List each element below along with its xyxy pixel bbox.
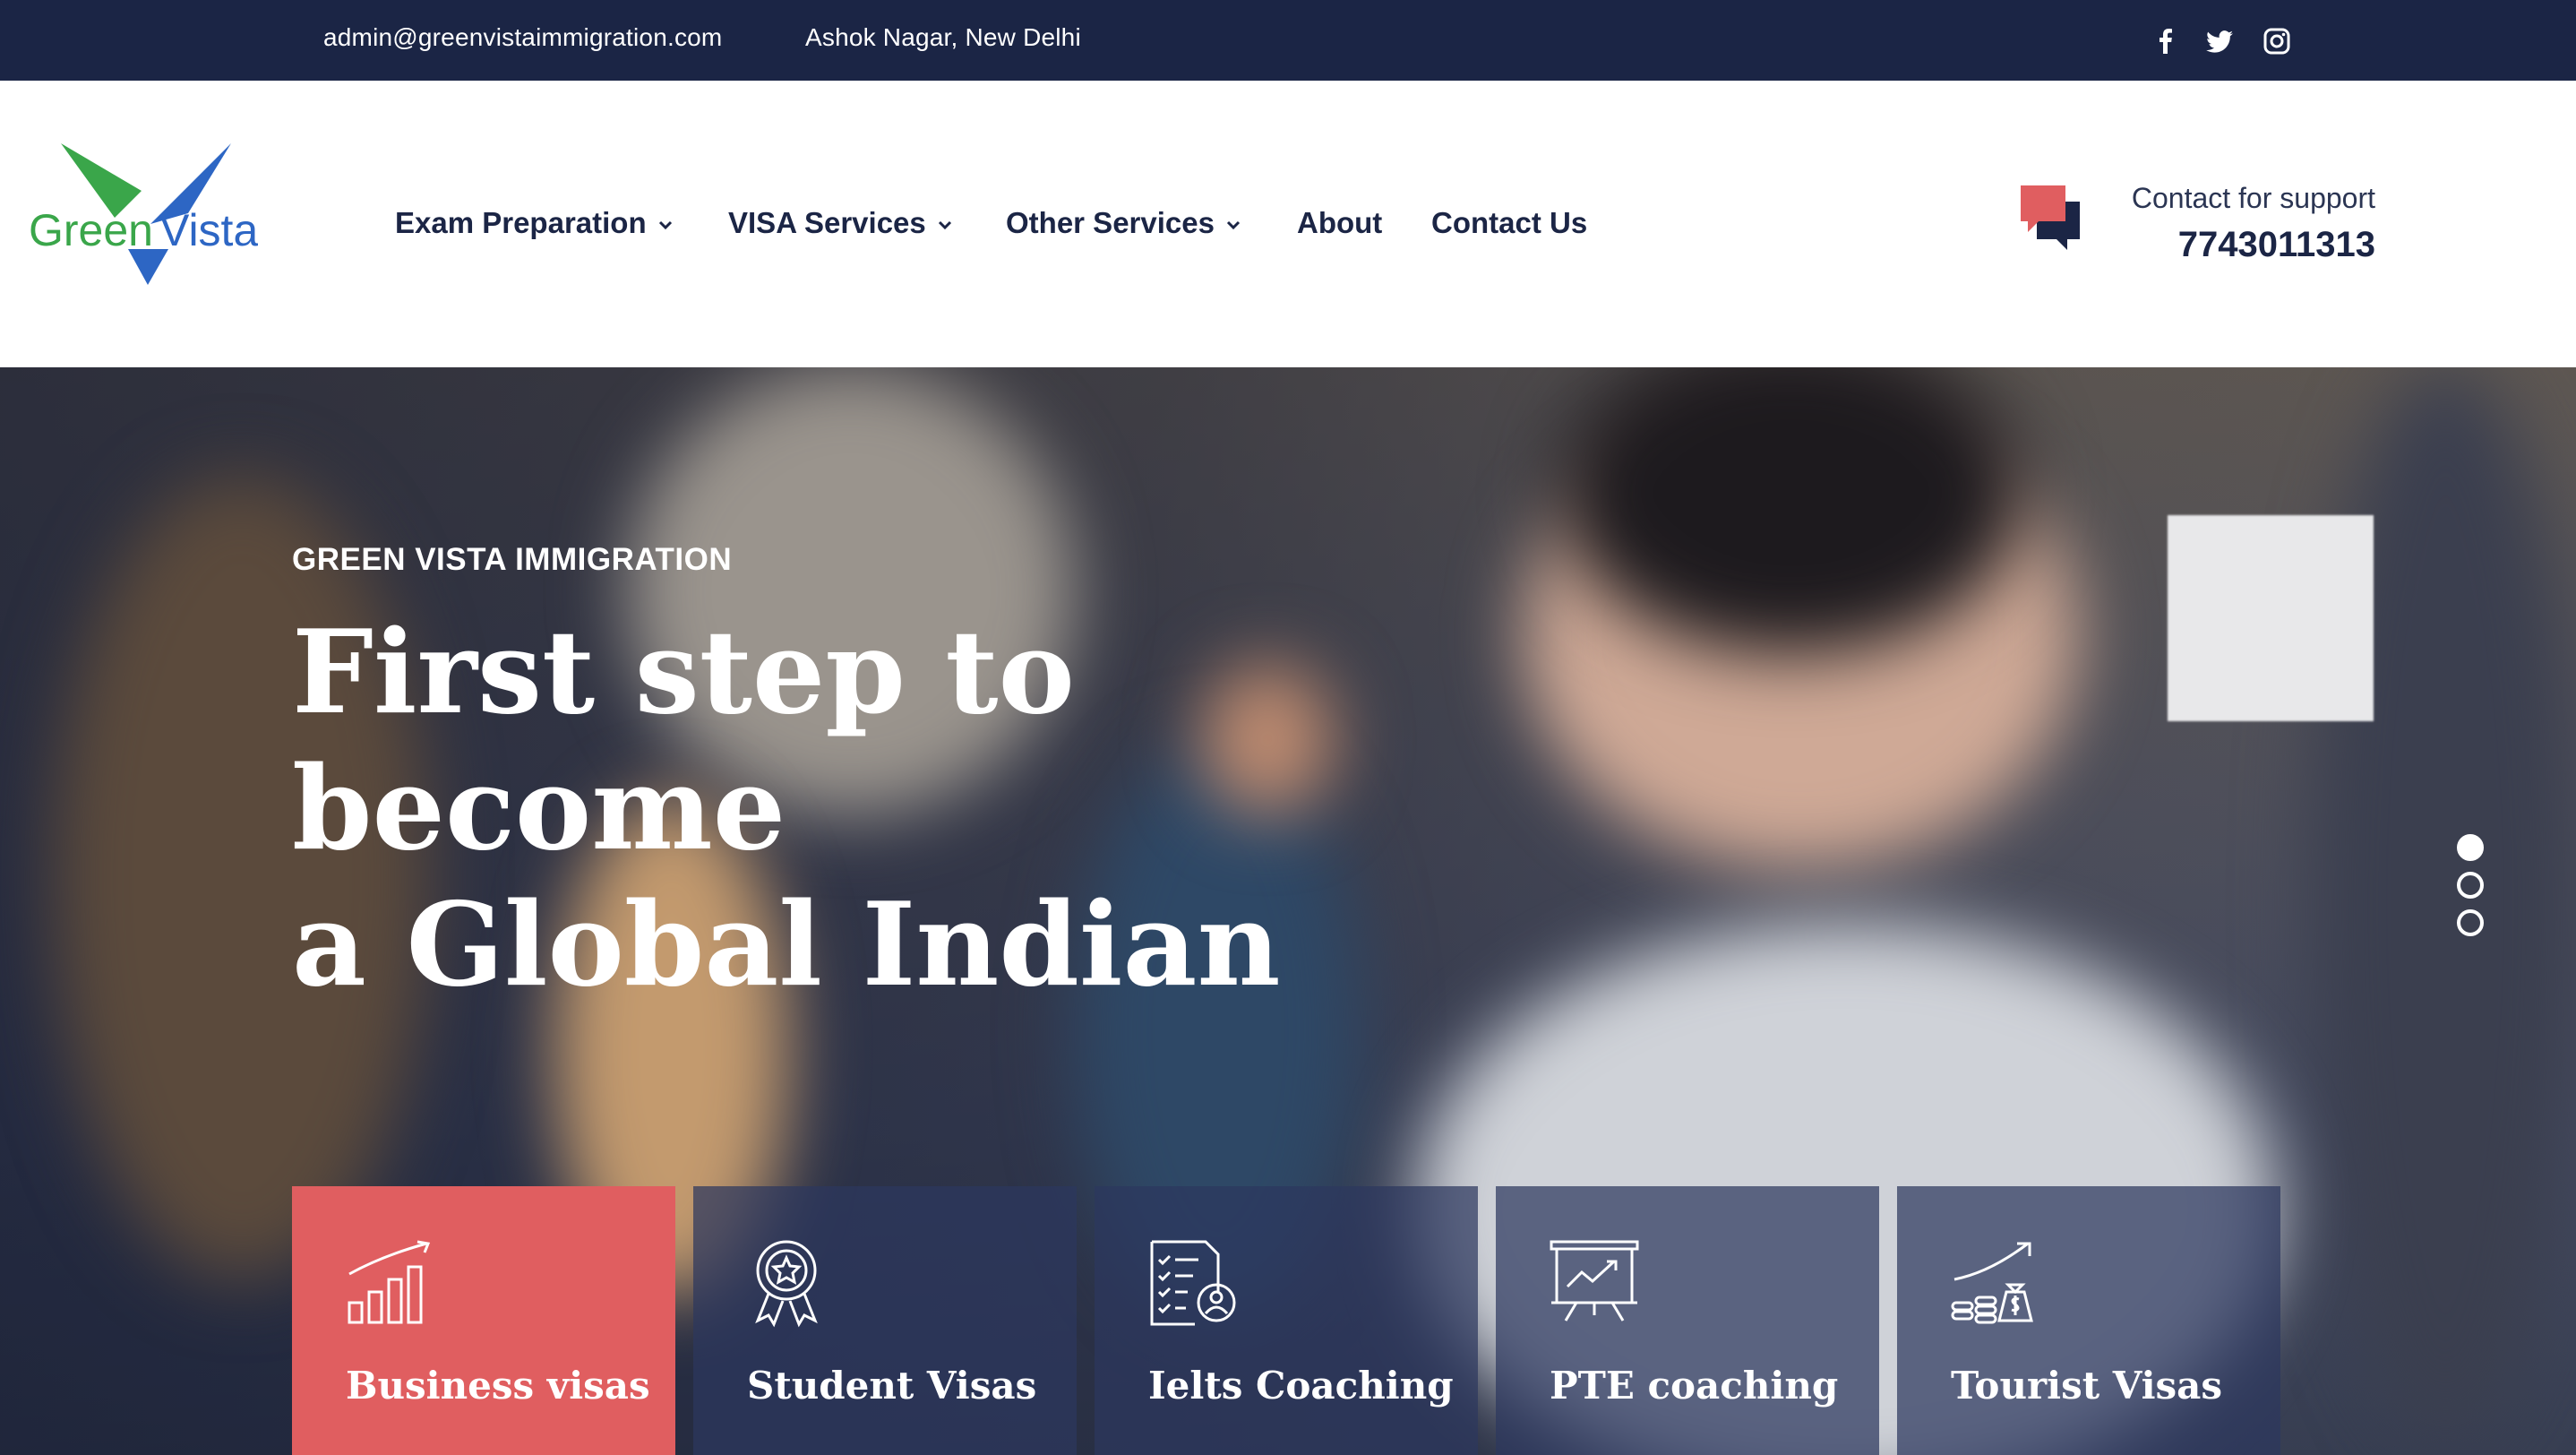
nav-label: VISA Services [728,206,926,239]
nav-label: Other Services [1006,206,1215,239]
slider-dot-3[interactable] [2457,909,2484,936]
contact-email[interactable]: admin@greenvistaimmigration.com [323,23,722,52]
chevron-down-icon [1226,221,1241,230]
hero-headline: First step to become a Global Indian [292,605,1546,1013]
service-label: Tourist Visas [1951,1364,2223,1408]
nav-exam-preparation[interactable]: Exam Preparation [395,206,675,240]
nav-other-services[interactable]: Other Services [1006,206,1243,240]
bg-sign [2168,515,2374,721]
hero-headline-line-1: First step to become [292,606,1075,876]
support-label: Contact for support [2131,182,2375,214]
service-tile-pte-coaching[interactable]: PTE coaching [1496,1186,1879,1455]
hero-kicker: GREEN VISTA IMMIGRATION [292,542,733,577]
contact-address: Ashok Nagar, New Delhi [805,23,1081,51]
facebook-icon[interactable] [2150,25,2182,57]
greenvista-logo[interactable]: Green Vista [25,142,258,312]
nav-label: About [1297,206,1383,239]
service-label: Business visas [346,1364,650,1408]
presentation-board-icon [1550,1240,1639,1322]
nav-about[interactable]: About [1297,206,1382,240]
award-badge-icon [755,1240,818,1328]
hero-slider: GREEN VISTA IMMIGRATION First step to be… [0,367,2576,1455]
instagram-icon[interactable] [2261,25,2293,57]
chevron-down-icon [938,221,951,230]
nav-label: Exam Preparation [395,206,647,239]
hero-headline-line-2: a Global Indian [292,878,1281,1012]
support-contact[interactable]: Contact for support 7743011313 [2017,182,2375,280]
bar-chart-icon [348,1240,431,1324]
service-tile-ielts-coaching[interactable]: Ielts Coaching [1095,1186,1478,1455]
checklist-document-icon [1150,1240,1236,1326]
logo-text-blue: Vista [159,205,258,255]
nav-contact-us[interactable]: Contact Us [1431,206,1587,240]
service-label: Student Visas [747,1364,1037,1408]
logo-text-green: Green [29,205,153,255]
chevron-down-icon [658,221,672,230]
service-tile-student-visas[interactable]: Student Visas [693,1186,1077,1455]
nav-visa-services[interactable]: VISA Services [728,206,955,240]
slider-dot-1[interactable] [2457,834,2484,861]
main-header: Green Vista Exam Preparation VISA Servic… [0,81,2576,367]
twitter-icon[interactable] [2203,25,2236,57]
service-tile-tourist-visas[interactable]: Tourist Visas [1897,1186,2280,1455]
nav-label: Contact Us [1431,206,1588,239]
service-tile-business-visas[interactable]: Business visas [292,1186,675,1455]
slider-dot-2[interactable] [2457,872,2484,899]
service-label: Ielts Coaching [1148,1364,1454,1408]
money-growth-icon [1951,1242,2033,1324]
top-bar: admin@greenvistaimmigration.com Ashok Na… [0,0,2576,81]
support-phone[interactable]: 7743011313 [2178,225,2375,265]
service-label: PTE coaching [1550,1364,1839,1408]
chat-icon [2021,185,2080,250]
